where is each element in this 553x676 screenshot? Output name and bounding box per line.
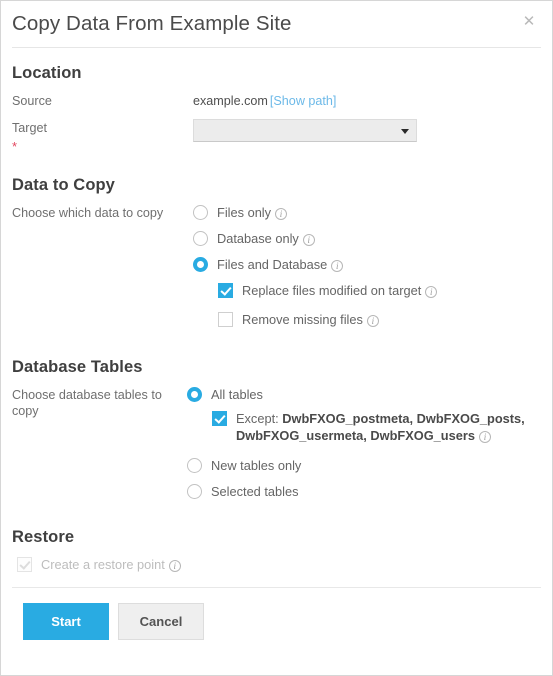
dialog-body: Location Source example.com [Show path] T…	[1, 48, 552, 573]
database-tables-prompt: Choose database tables to copy	[12, 388, 162, 418]
restore-heading: Restore	[12, 528, 75, 546]
target-control	[193, 119, 541, 142]
option-label: New tables only	[211, 458, 302, 473]
except-label-wrap: Except: DwbFXOG_postmeta, DwbFXOG_posts,…	[236, 410, 541, 444]
option-label: All tables	[211, 387, 263, 402]
option-label: Files and Database	[217, 257, 328, 272]
option-label: Selected tables	[211, 484, 299, 499]
source-row: Source example.com [Show path]	[12, 92, 541, 110]
target-row: Target *	[12, 119, 541, 153]
checkbox-label: Replace files modified on target	[242, 283, 422, 298]
info-icon[interactable]: i	[366, 315, 379, 327]
data-to-copy-prompt: Choose which data to copy	[12, 206, 164, 220]
target-select[interactable]	[193, 119, 417, 142]
except-prefix: Except:	[236, 411, 279, 426]
radio-indicator[interactable]	[193, 205, 208, 220]
option-label: Database only	[217, 231, 299, 246]
database-tables-section: Database Tables Choose database tables t…	[12, 344, 541, 509]
info-icon[interactable]: i	[168, 560, 181, 572]
start-button[interactable]: Start	[23, 603, 109, 640]
radio-option-files-only[interactable]: Files only i	[193, 204, 541, 221]
checkbox-indicator[interactable]	[218, 312, 233, 327]
data-to-copy-row: Choose which data to copy Files only i Da…	[12, 204, 541, 337]
source-label: Source	[12, 94, 52, 108]
info-icon[interactable]: i	[275, 208, 288, 220]
database-tables-options: All tables Except: DwbFXOG_postmeta, Dwb…	[187, 386, 541, 509]
required-asterisk: *	[12, 139, 18, 154]
location-heading: Location	[12, 64, 82, 82]
option-label: Files only	[217, 205, 272, 220]
checkbox-except-tables[interactable]: Except: DwbFXOG_postmeta, DwbFXOG_posts,…	[212, 410, 541, 444]
show-path-link[interactable]: [Show path]	[270, 94, 337, 108]
source-value: example.com	[193, 94, 268, 108]
radio-option-database-only[interactable]: Database only i	[193, 230, 541, 247]
option-label-wrap: Database only i	[217, 230, 315, 247]
checkbox-create-restore-point: Create a restore point i	[17, 556, 541, 573]
target-label-wrap: Target *	[12, 119, 193, 153]
radio-indicator[interactable]	[193, 231, 208, 246]
info-icon[interactable]: i	[425, 286, 438, 298]
checkbox-label: Remove missing files	[242, 312, 363, 327]
database-tables-row: Choose database tables to copy All table…	[12, 386, 541, 509]
dialog-header: Copy Data From Example Site ✕	[1, 1, 552, 47]
radio-option-files-and-database[interactable]: Files and Database i	[193, 256, 541, 273]
chevron-down-icon	[401, 128, 409, 134]
radio-indicator[interactable]	[187, 458, 202, 473]
restore-section: Restore Create a restore point i	[12, 516, 541, 573]
radio-indicator[interactable]	[187, 484, 202, 499]
cancel-button[interactable]: Cancel	[118, 603, 204, 640]
info-icon[interactable]: i	[302, 234, 315, 246]
info-icon[interactable]: i	[478, 431, 491, 443]
option-label-wrap: Files and Database i	[217, 256, 344, 273]
radio-option-all-tables[interactable]: All tables	[187, 386, 541, 403]
checkbox-label-wrap: Remove missing files i	[242, 311, 379, 328]
option-label-wrap: Files only i	[217, 204, 288, 221]
radio-option-selected-tables[interactable]: Selected tables	[187, 483, 541, 500]
radio-indicator-selected[interactable]	[193, 257, 208, 272]
radio-option-new-tables-only[interactable]: New tables only	[187, 457, 541, 474]
source-value-wrap: example.com [Show path]	[193, 92, 541, 110]
checkbox-indicator-checked[interactable]	[212, 411, 227, 426]
copy-data-dialog: Copy Data From Example Site ✕ Location S…	[0, 0, 553, 676]
checkbox-indicator-disabled	[17, 557, 32, 572]
restore-label-wrap: Create a restore point i	[41, 556, 181, 573]
checkbox-indicator-checked[interactable]	[218, 283, 233, 298]
checkbox-replace-files-modified[interactable]: Replace files modified on target i	[218, 282, 541, 299]
checkbox-label-wrap: Replace files modified on target i	[242, 282, 438, 299]
radio-indicator-selected[interactable]	[187, 387, 202, 402]
info-icon[interactable]: i	[331, 260, 344, 272]
restore-checkbox-label: Create a restore point	[41, 557, 165, 572]
close-icon[interactable]: ✕	[520, 13, 538, 31]
page-title: Copy Data From Example Site	[12, 12, 292, 35]
data-to-copy-section: Data to Copy Choose which data to copy F…	[12, 160, 541, 337]
data-to-copy-heading: Data to Copy	[12, 176, 115, 194]
dialog-footer: Start Cancel	[1, 588, 552, 640]
database-tables-heading: Database Tables	[12, 358, 143, 376]
data-to-copy-options: Files only i Database only i Files and Dat…	[193, 204, 541, 337]
location-section: Location Source example.com [Show path] T…	[12, 48, 541, 153]
checkbox-remove-missing-files[interactable]: Remove missing files i	[218, 311, 541, 328]
target-label: Target	[12, 121, 48, 135]
